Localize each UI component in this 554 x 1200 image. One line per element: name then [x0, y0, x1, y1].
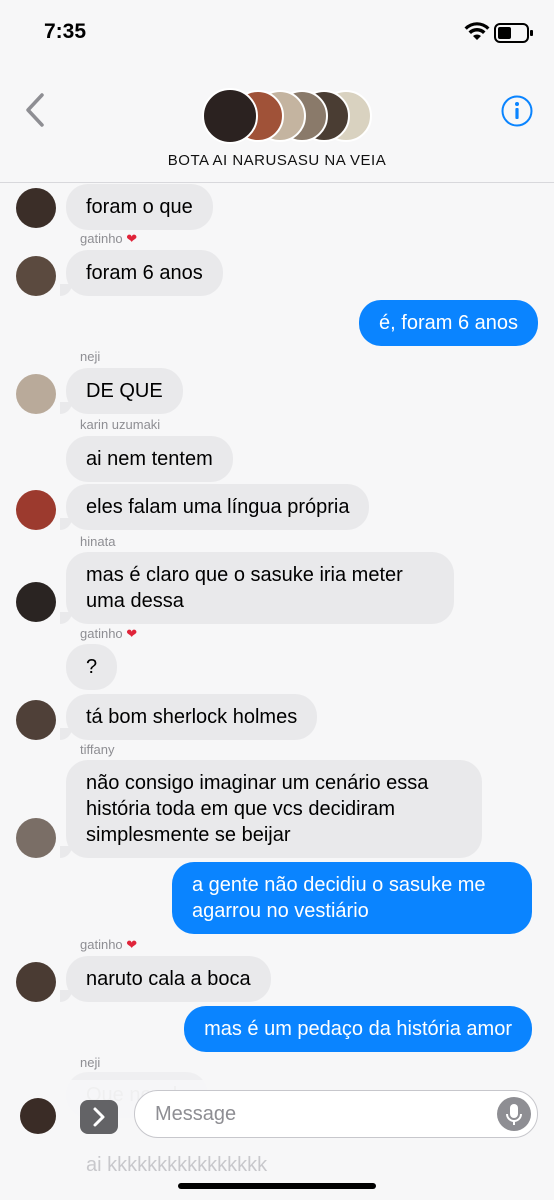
- apps-button[interactable]: [80, 1100, 118, 1134]
- sender-name: gatinho ❤: [80, 231, 138, 246]
- bubble-tail: [60, 846, 72, 858]
- heart-icon: ❤: [126, 937, 138, 952]
- sender-name: gatinho ❤: [80, 937, 138, 952]
- sender-name: tiffany: [80, 742, 115, 757]
- avatar: [16, 818, 56, 858]
- group-avatars[interactable]: [202, 88, 372, 146]
- bubble-tail: [60, 518, 72, 530]
- avatar: [16, 962, 56, 1002]
- message-placeholder: Message: [155, 1103, 237, 1125]
- avatar: [20, 1098, 56, 1134]
- wifi-icon: [464, 22, 490, 40]
- bubble-tail: [60, 612, 72, 624]
- message-bubble-incoming[interactable]: DE QUE: [66, 368, 183, 414]
- bubble-tail: [60, 402, 72, 414]
- avatar: [16, 188, 56, 228]
- message-bubble-incoming[interactable]: eles falam uma língua própria: [66, 484, 370, 530]
- avatar: [16, 582, 56, 622]
- battery-icon: [494, 23, 533, 43]
- dictation-button[interactable]: [497, 1097, 531, 1131]
- bubble-tail: [60, 728, 72, 740]
- message-bubble-incoming[interactable]: foram o que: [66, 184, 213, 230]
- obscured-message: ai kkkkkkkkkkkkkkkk: [86, 1154, 268, 1176]
- avatar: [16, 256, 56, 296]
- status-time: 7:35: [44, 20, 87, 43]
- message-bubble-incoming[interactable]: ai nem tentem: [66, 436, 233, 482]
- message-bubble-outgoing[interactable]: a gente não decidiu o sasuke me agarrou …: [172, 862, 532, 934]
- heart-icon: ❤: [126, 626, 138, 641]
- status-bar: 7:35: [0, 0, 554, 70]
- message-bubble-incoming[interactable]: tá bom sherlock holmes: [66, 694, 318, 740]
- message-bubble-outgoing[interactable]: mas é um pedaço da história amor: [184, 1006, 532, 1052]
- home-indicator: [178, 1183, 376, 1189]
- conversation-title[interactable]: BOTA AI NARUSASU NA VEIA: [0, 152, 554, 169]
- info-icon[interactable]: [500, 94, 534, 128]
- avatar: [16, 374, 56, 414]
- avatar: [16, 490, 56, 530]
- heart-icon: ❤: [126, 231, 138, 246]
- message-bubble-incoming[interactable]: naruto cala a boca: [66, 956, 271, 1002]
- message-bubble-outgoing[interactable]: é, foram 6 anos: [359, 300, 538, 346]
- apps-chevron-icon: [93, 1107, 105, 1127]
- sender-name: gatinho ❤: [80, 626, 138, 641]
- sender-name: neji: [80, 349, 101, 364]
- message-bubble-incoming[interactable]: ?: [66, 644, 118, 690]
- bubble-tail: [60, 990, 72, 1002]
- sender-name: hinata: [80, 534, 116, 549]
- back-chevron-icon[interactable]: [22, 92, 48, 128]
- avatar: [16, 700, 56, 740]
- sender-name: neji: [80, 1055, 101, 1070]
- bubble-tail: [60, 284, 72, 296]
- conversation-header: BOTA AI NARUSASU NA VEIA: [0, 70, 554, 183]
- group-avatar: [202, 88, 258, 144]
- mic-icon: [506, 1104, 522, 1125]
- message-input[interactable]: Message: [134, 1090, 538, 1138]
- message-composer: Message ai kkkkkkkkkkkkkkkk: [0, 1080, 554, 1200]
- message-bubble-incoming[interactable]: não consigo imaginar um cenário essa his…: [66, 760, 482, 858]
- message-bubble-incoming[interactable]: foram 6 anos: [66, 250, 223, 296]
- sender-name: karin uzumaki: [80, 417, 161, 432]
- message-bubble-incoming[interactable]: mas é claro que o sasuke iria meter uma …: [66, 552, 454, 624]
